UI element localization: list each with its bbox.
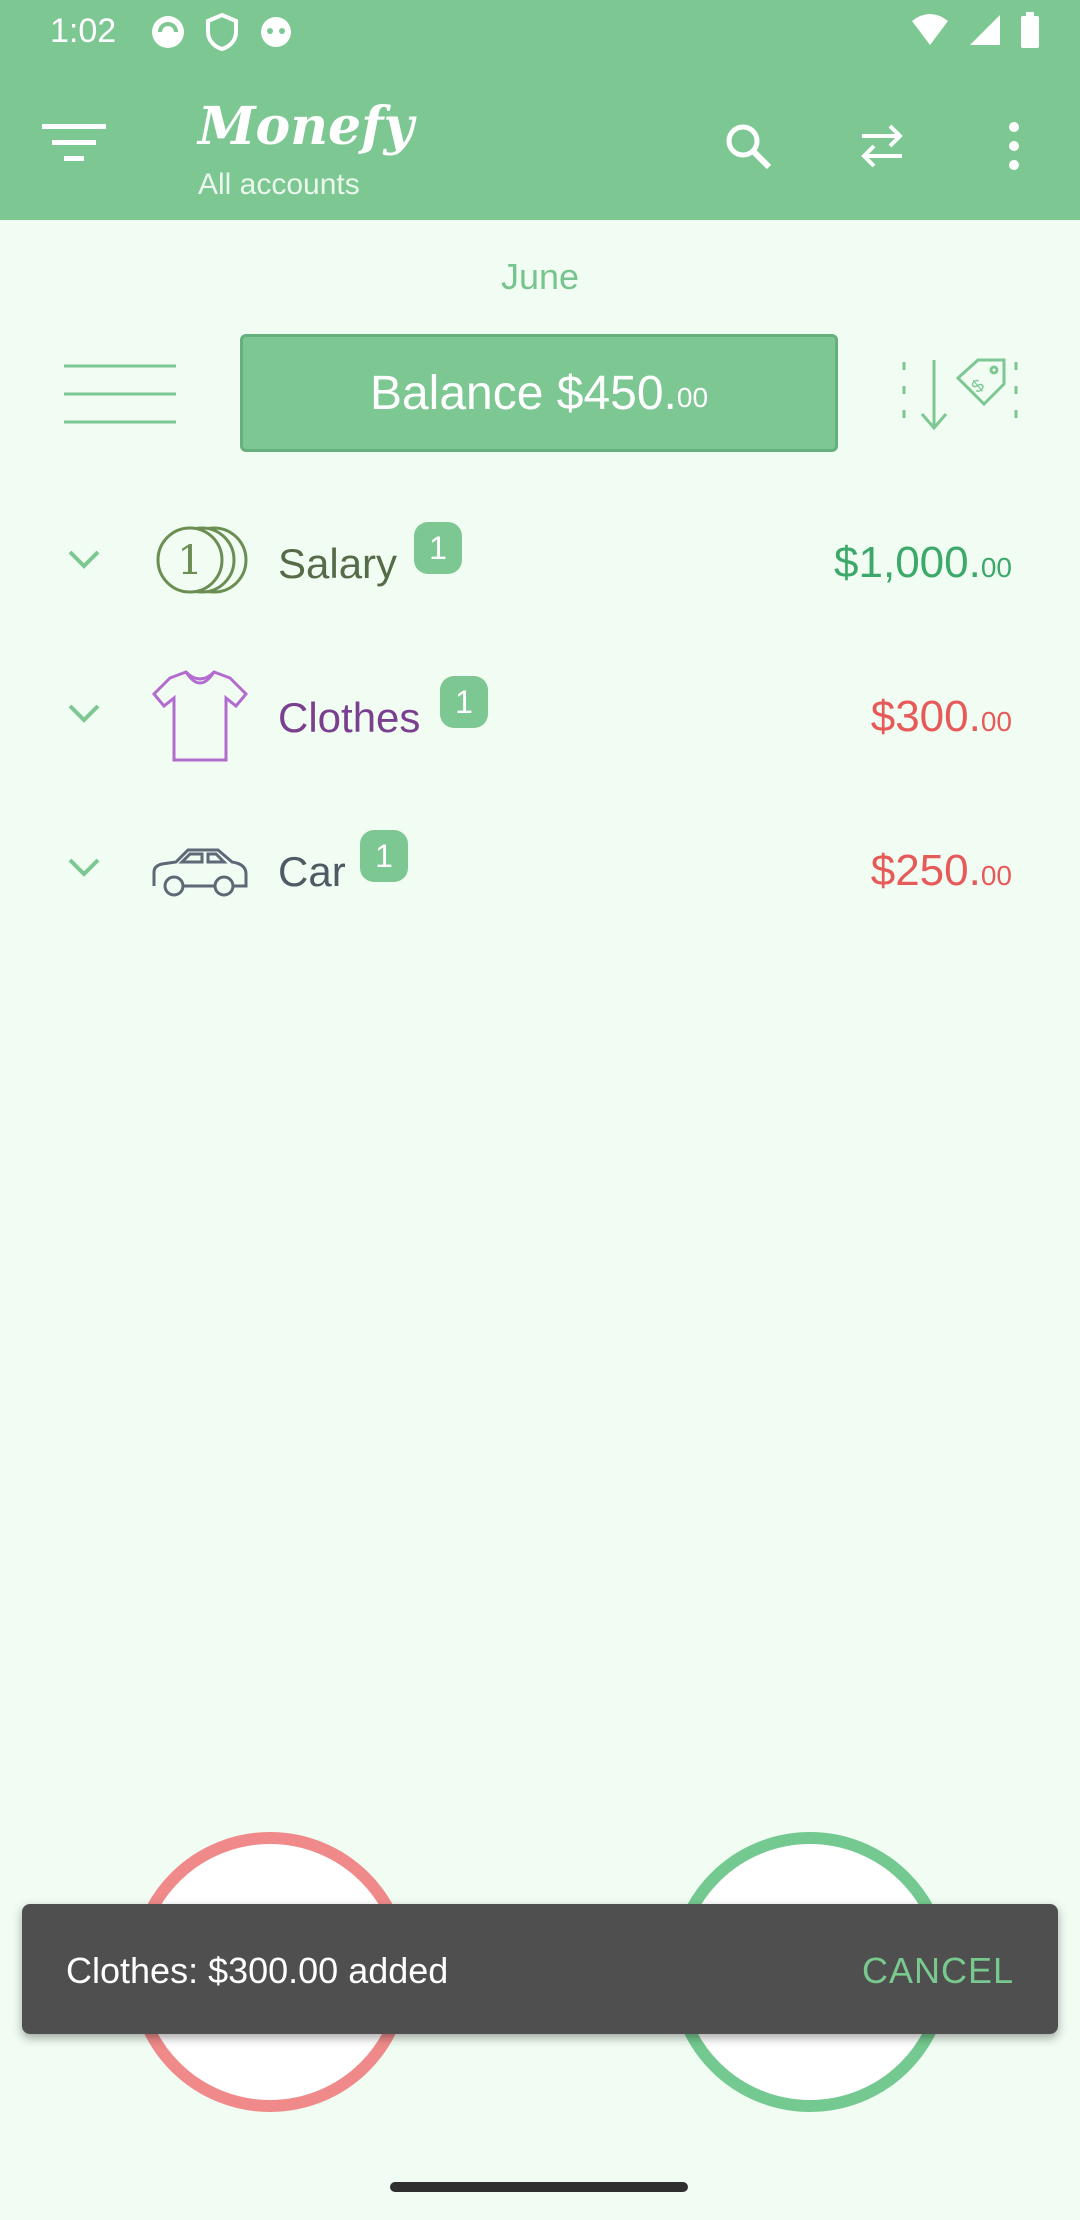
menu-lines-icon [64, 364, 176, 424]
coins-icon: 1 [156, 526, 248, 594]
amount-main: $1,000. [834, 538, 981, 587]
category-row-car[interactable]: Car 1 $250.00 [0, 798, 1080, 938]
balance-main: Balance $450. [369, 366, 677, 420]
transfer-icon [861, 124, 903, 168]
price-tag-sort-icon: $ [902, 358, 1018, 431]
more-vert-icon [1009, 122, 1019, 170]
chevron-down-icon[interactable] [62, 848, 106, 888]
transfer-button[interactable] [842, 106, 922, 186]
balance-cents: 00 [676, 382, 709, 413]
balance-button[interactable]: Balance $450. 00 [240, 334, 838, 452]
home-indicator[interactable] [390, 2182, 688, 2192]
category-name: Salary [278, 540, 398, 587]
app-title: Monefy [198, 96, 414, 157]
categories-transactions-button[interactable]: $ [900, 348, 1020, 438]
chevron-down-icon[interactable] [62, 540, 106, 580]
chevron-down-icon[interactable] [62, 694, 106, 734]
snackbar-cancel-button[interactable]: CANCEL [862, 1950, 1014, 1992]
filter-icon [42, 124, 106, 161]
amount-main: $300. [870, 692, 981, 741]
category-amount: $1,000.00 [834, 538, 1012, 588]
shirt-icon [151, 670, 249, 762]
transaction-count-badge: 1 [360, 830, 408, 882]
snackbar: Clothes: $300.00 added CANCEL [22, 1904, 1058, 2034]
snackbar-message: Clothes: $300.00 added [66, 1950, 449, 1991]
filter-menu-button[interactable] [40, 118, 110, 168]
category-name: Car [278, 848, 346, 895]
search-button[interactable] [708, 106, 788, 186]
search-icon [726, 124, 772, 170]
amount-cents: 00 [980, 706, 1012, 737]
category-name: Clothes [278, 694, 421, 741]
status-time: 1:02 [50, 12, 117, 50]
chart-toggle-button[interactable] [60, 360, 180, 428]
svg-text:$: $ [967, 375, 988, 397]
wifi-icon [912, 14, 948, 45]
category-amount: $300.00 [871, 692, 1012, 742]
app-bar: Monefy All accounts [0, 66, 1080, 220]
android-icon [261, 17, 291, 47]
category-row-clothes[interactable]: Clothes 1 $300.00 [0, 644, 1080, 784]
category-amount: $250.00 [871, 846, 1012, 896]
transaction-count-badge: 1 [440, 676, 488, 728]
account-selector[interactable]: All accounts [198, 168, 360, 202]
category-row-salary[interactable]: 1 Salary 1 $1,000.00 [0, 490, 1080, 630]
sync-icon [152, 16, 184, 48]
shield-icon [206, 12, 238, 52]
amount-cents: 00 [980, 552, 1012, 583]
battery-icon [1021, 12, 1039, 48]
svg-text:1: 1 [177, 538, 202, 584]
car-icon [152, 848, 248, 897]
status-bar: 1:02 [0, 0, 1080, 66]
signal-icon [970, 15, 1000, 45]
period-label[interactable]: June [0, 256, 1080, 298]
transaction-count-badge: 1 [414, 522, 462, 574]
amount-cents: 00 [980, 860, 1012, 891]
amount-main: $250. [870, 846, 981, 895]
more-options-button[interactable] [974, 106, 1054, 186]
